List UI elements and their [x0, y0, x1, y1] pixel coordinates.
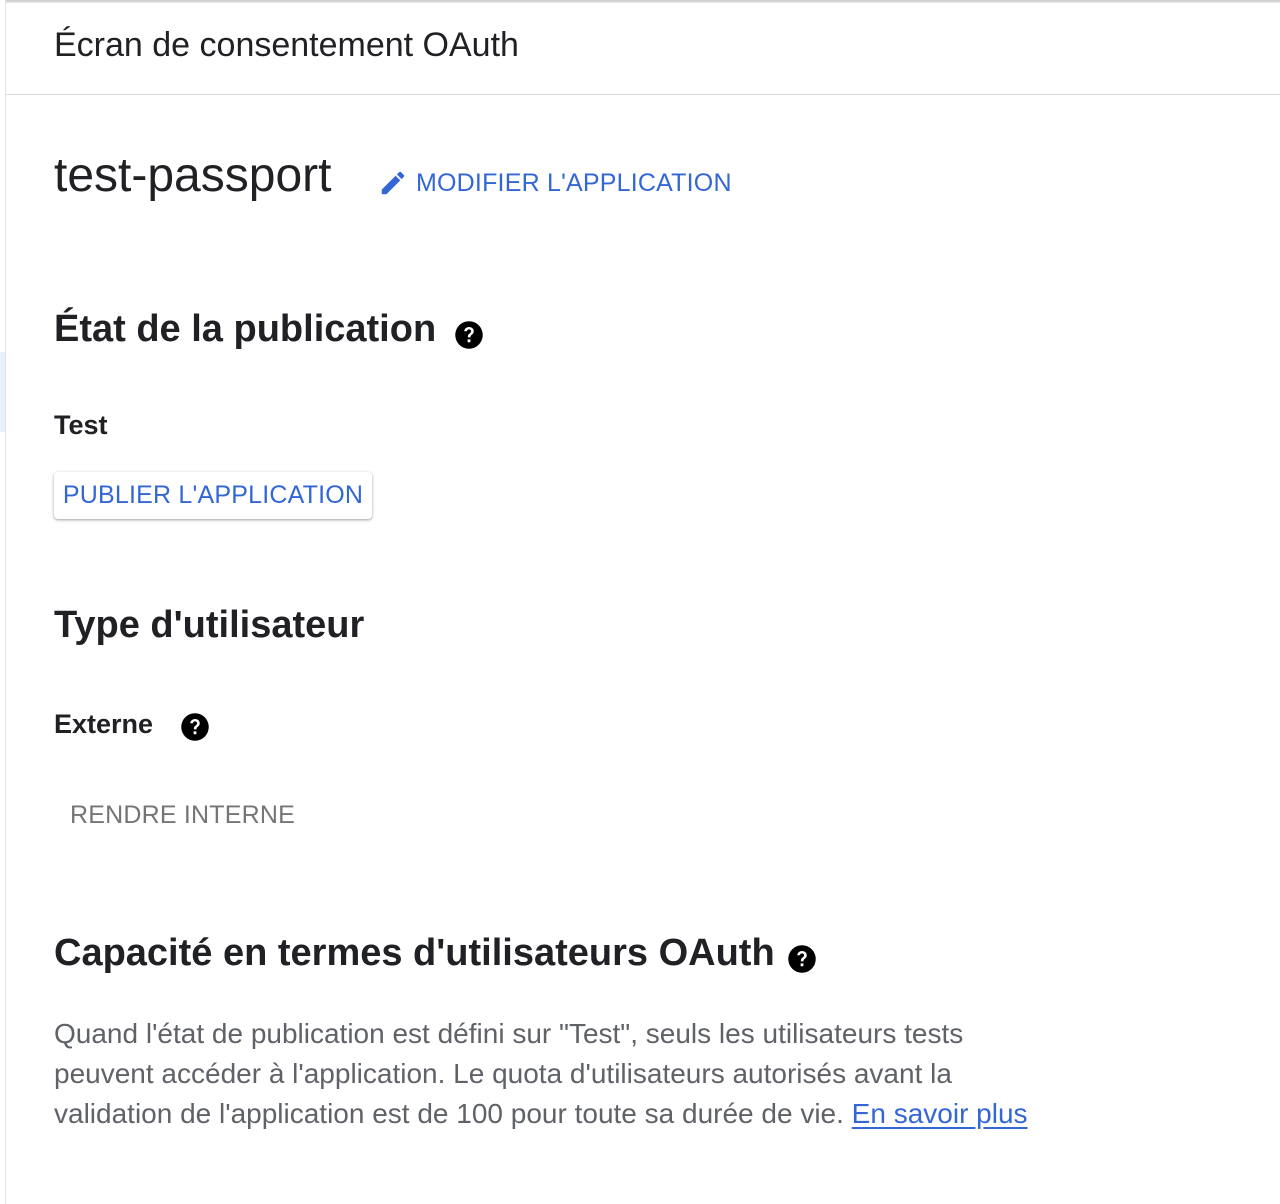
- left-rail-highlight: [0, 352, 5, 432]
- publish-app-label: PUBLIER L'APPLICATION: [62, 481, 364, 509]
- make-internal-label: RENDRE INTERNE: [70, 800, 296, 829]
- user-cap-description-text: Quand l'état de publication est défini s…: [54, 1018, 964, 1129]
- page-title: Écran de consentement OAuth: [54, 26, 519, 64]
- learn-more-link[interactable]: En savoir plus: [852, 1098, 1028, 1129]
- page-header: Écran de consentement OAuth: [6, 3, 1280, 95]
- edit-app-label: MODIFIER L'APPLICATION: [416, 168, 732, 197]
- user-type-heading: Type d'utilisateur: [54, 604, 365, 646]
- make-internal-button[interactable]: RENDRE INTERNE: [54, 792, 311, 838]
- left-rail: [0, 0, 6, 1204]
- app-name: test-passport: [54, 149, 332, 202]
- help-circle-icon[interactable]: [454, 320, 484, 350]
- publish-app-button[interactable]: PUBLIER L'APPLICATION: [54, 472, 372, 519]
- publishing-status-value: Test: [54, 410, 108, 440]
- publishing-status-heading: État de la publication: [54, 308, 437, 350]
- help-circle-icon[interactable]: [787, 944, 817, 974]
- user-cap-description: Quand l'état de publication est défini s…: [54, 1014, 1044, 1134]
- user-cap-heading: Capacité en termes d'utilisateurs OAuth: [54, 932, 775, 974]
- user-type-value: Externe: [54, 709, 154, 739]
- pencil-icon: [378, 168, 408, 198]
- help-circle-icon[interactable]: [180, 712, 210, 742]
- edit-app-button[interactable]: MODIFIER L'APPLICATION: [372, 160, 738, 206]
- page: Écran de consentement OAuth test-passpor…: [0, 0, 1280, 1204]
